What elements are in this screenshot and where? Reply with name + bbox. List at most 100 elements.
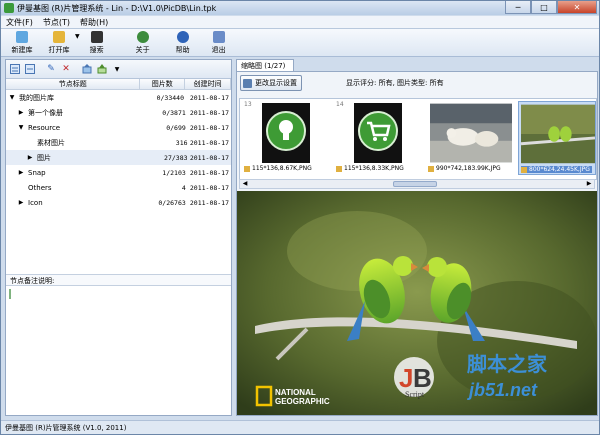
image-preview[interactable]: NATIONAL GEOGRAPHIC J B Script 脚本之家 jb51… (237, 191, 597, 415)
tree-row[interactable]: ▶ Snap 1/2103 2011-08-17 (6, 165, 231, 180)
node-title: 我的图片库 (19, 93, 54, 102)
node-image-count: 0/26763 (158, 198, 186, 207)
image-file-icon (336, 165, 342, 172)
thumbnail-item[interactable]: 990*742,183.99K,JPG (426, 101, 516, 175)
close-button[interactable]: ✕ (557, 1, 597, 14)
tree-row[interactable]: ▼ Resource 0/699 2011-08-17 (6, 120, 231, 135)
settings-icon (243, 78, 252, 88)
tree-row-selected[interactable]: ▶ 图片 27/383 2011-08-17 (6, 150, 231, 165)
export-icon[interactable] (97, 64, 107, 74)
help-icon (176, 31, 189, 43)
globe-icon (136, 31, 149, 43)
thumbnail-item[interactable]: 13 115*136,8.67K,PNG (242, 101, 332, 175)
new-library-button[interactable]: 新建库 (5, 29, 39, 55)
scroll-right-icon[interactable]: ▶ (584, 180, 594, 188)
tree-row[interactable]: Others 4 2011-08-17 (6, 180, 231, 195)
menu-node[interactable]: 节点(T) (38, 17, 75, 28)
parrots-preview-image: NATIONAL GEOGRAPHIC J B Script 脚本之家 jb51… (237, 191, 597, 415)
collapsed-arrow-icon[interactable]: ▶ (17, 169, 25, 176)
filter-status: 显示评分: 所有, 图片类型: 所有 (346, 79, 444, 87)
menu-help[interactable]: 帮助(H) (75, 17, 113, 28)
collapsed-arrow-icon[interactable]: ▶ (17, 199, 25, 206)
tree-body: ▼ 我的图片库 0/33440 2011-08-17 ▶ 第一个像册 0/3871 2011-… (6, 90, 231, 210)
collapse-all-icon[interactable] (25, 64, 35, 74)
scroll-left-icon[interactable]: ◀ (240, 180, 250, 188)
app-icon (4, 3, 14, 13)
text-caret (9, 289, 11, 299)
svg-text:jb51.net: jb51.net (467, 380, 538, 400)
collapsed-arrow-icon[interactable]: ▶ (17, 109, 25, 116)
polar-bears-thumbnail (430, 103, 512, 163)
parrots-thumbnail (521, 104, 595, 164)
app-window: 伊曼基图 (R)片管理系统 - Lin - D:\V1.0\PicDB\Lin.… (0, 0, 600, 435)
node-image-count: 27/383 (164, 153, 188, 162)
exit-button[interactable]: 退出 (202, 29, 236, 55)
header-name[interactable]: 节点标题 (6, 79, 141, 89)
title-bar[interactable]: 伊曼基图 (R)片管理系统 - Lin - D:\V1.0\PicDB\Lin.… (1, 1, 599, 15)
edit-node-icon[interactable]: ✎ (46, 64, 56, 74)
node-created-date: 2011-08-17 (189, 123, 230, 132)
node-title: Resource (28, 123, 61, 132)
node-image-count: 0/699 (166, 123, 186, 132)
open-library-icon (53, 31, 65, 43)
maximize-button[interactable]: □ (531, 1, 557, 14)
node-image-count: 0/33440 (156, 93, 184, 102)
main-toolbar: 新建库 打开库 ▼ 搜索 关于 帮助 退出 (1, 29, 599, 57)
tab-thumbnails[interactable]: 缩略图 (1/27) (236, 59, 294, 71)
about-button[interactable]: 关于 (126, 29, 160, 55)
node-title: Icon (28, 198, 43, 207)
tree-row[interactable]: 素材图片 316 2011-08-17 (6, 135, 231, 150)
export-dropdown-icon[interactable]: ▼ (112, 64, 122, 74)
node-title: 图片 (37, 153, 51, 162)
scrollbar-thumb[interactable] (393, 181, 437, 187)
node-image-count: 316 (175, 138, 188, 147)
tree-row[interactable]: ▶ Icon 0/26763 2011-08-17 (6, 195, 231, 210)
minimize-button[interactable]: ─ (505, 1, 531, 14)
help-button[interactable]: 帮助 (166, 29, 200, 55)
lightbulb-icon (262, 103, 310, 163)
collapsed-arrow-icon[interactable]: ▶ (26, 154, 34, 161)
image-file-icon (521, 166, 527, 173)
thumbnail-item-selected[interactable]: 800*624,24.45K,JPG (518, 101, 596, 175)
import-icon[interactable] (82, 64, 92, 74)
node-image-count: 1/2103 (162, 168, 186, 177)
expanded-arrow-icon[interactable]: ▼ (17, 124, 25, 131)
header-date[interactable]: 创建时间 (185, 79, 231, 89)
expanded-arrow-icon[interactable]: ▼ (8, 94, 16, 101)
notes-textarea[interactable] (6, 287, 231, 415)
ng-logo-line1: NATIONAL (275, 388, 316, 397)
svg-text:B: B (413, 363, 432, 393)
svg-text:J: J (399, 363, 413, 393)
menu-bar: 文件(F) 节点(T) 帮助(H) (1, 16, 599, 29)
new-library-icon (16, 31, 28, 43)
expand-all-icon[interactable] (10, 64, 20, 74)
exit-icon (212, 31, 225, 43)
node-created-date: 2011-08-17 (189, 108, 230, 117)
change-display-settings-button[interactable]: 更改显示设置 (240, 75, 302, 91)
image-panel: 缩略图 (1/27) 更改显示设置 显示评分: 所有, 图片类型: 所有 13 (236, 59, 598, 416)
node-title: 第一个像册 (28, 108, 63, 117)
tree-row[interactable]: ▼ 我的图片库 0/33440 2011-08-17 (6, 90, 231, 105)
header-count[interactable]: 图片数 (140, 79, 186, 89)
menu-file[interactable]: 文件(F) (1, 17, 38, 28)
node-created-date: 2011-08-17 (189, 93, 229, 102)
thumbnail-scrollbar[interactable]: ◀ ▶ (239, 179, 595, 189)
delete-node-icon[interactable]: ✕ (61, 64, 71, 74)
image-file-icon (428, 165, 434, 172)
thumbnail-view: 更改显示设置 显示评分: 所有, 图片类型: 所有 13 115*136,8.6… (236, 71, 598, 416)
svg-text:Script: Script (405, 390, 425, 399)
tree-row[interactable]: ▶ 第一个像册 0/3871 2011-08-17 (6, 105, 231, 120)
search-button[interactable]: 搜索 (80, 29, 114, 55)
node-created-date: 2011-08-17 (189, 168, 230, 177)
ng-logo-line2: GEOGRAPHIC (275, 397, 330, 406)
status-bar: 伊曼基图 (R)片管理系统 (V1.0, 2011) (1, 420, 599, 434)
open-library-button[interactable]: 打开库 (41, 29, 77, 55)
thumbnail-item[interactable]: 14 115*136,8.33K,PNG (334, 101, 424, 175)
binoculars-icon (90, 31, 103, 43)
node-title: Snap (28, 168, 46, 177)
node-title: Others (28, 183, 52, 192)
thumbnail-strip: 13 115*136,8.67K,PNG 14 115*136,8.33K,PN… (239, 98, 597, 180)
svg-text:脚本之家: 脚本之家 (467, 352, 548, 376)
notes-label: 节点备注说明: (6, 274, 231, 286)
node-title: 素材图片 (37, 138, 65, 147)
